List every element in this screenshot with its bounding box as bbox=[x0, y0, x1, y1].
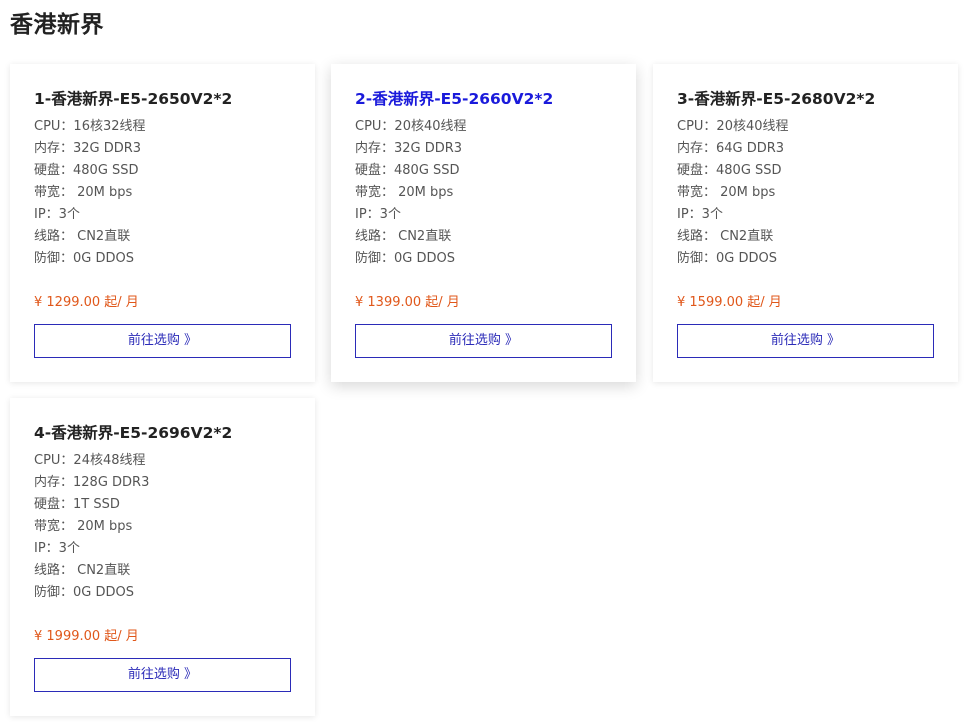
product-card: 4-香港新界-E5-2696V2*2 CPU：24核48线程 内存：128G D… bbox=[10, 398, 315, 716]
spec-line: 线路： CN2直联 bbox=[677, 229, 774, 244]
spec-bandwidth: 带宽： 20M bps bbox=[34, 185, 133, 200]
page-title: 香港新界 bbox=[10, 12, 104, 38]
price-label: ¥ 1399.00 起/ 月 bbox=[355, 295, 460, 310]
spec-disk: 硬盘：480G SSD bbox=[677, 163, 782, 178]
spec-ddos: 防御：0G DDOS bbox=[677, 251, 777, 266]
spec-cpu: CPU：16核32线程 bbox=[34, 119, 146, 134]
spec-memory: 内存：128G DDR3 bbox=[34, 475, 150, 490]
spec-line: 线路： CN2直联 bbox=[34, 563, 131, 578]
product-card: 1-香港新界-E5-2650V2*2 CPU：16核32线程 内存：32G DD… bbox=[10, 64, 315, 382]
buy-button[interactable]: 前往选购 》 bbox=[677, 324, 934, 358]
spec-ddos: 防御：0G DDOS bbox=[355, 251, 455, 266]
product-card: 2-香港新界-E5-2660V2*2 CPU：20核40线程 内存：32G DD… bbox=[331, 64, 636, 382]
spec-disk: 硬盘：480G SSD bbox=[34, 163, 139, 178]
spec-line: 线路： CN2直联 bbox=[34, 229, 131, 244]
spec-line: 线路： CN2直联 bbox=[355, 229, 452, 244]
spec-cpu: CPU：20核40线程 bbox=[355, 119, 467, 134]
spec-ddos: 防御：0G DDOS bbox=[34, 251, 134, 266]
spec-cpu: CPU：24核48线程 bbox=[34, 453, 146, 468]
spec-ip: IP：3个 bbox=[677, 207, 723, 222]
price-label: ¥ 1299.00 起/ 月 bbox=[34, 295, 139, 310]
buy-button[interactable]: 前往选购 》 bbox=[355, 324, 612, 358]
spec-bandwidth: 带宽： 20M bps bbox=[34, 519, 133, 534]
product-card: 3-香港新界-E5-2680V2*2 CPU：20核40线程 内存：64G DD… bbox=[653, 64, 958, 382]
spec-ip: IP：3个 bbox=[355, 207, 401, 222]
price-label: ¥ 1599.00 起/ 月 bbox=[677, 295, 782, 310]
spec-ip: IP：3个 bbox=[34, 541, 80, 556]
spec-ddos: 防御：0G DDOS bbox=[34, 585, 134, 600]
card-title[interactable]: 4-香港新界-E5-2696V2*2 bbox=[34, 422, 291, 444]
spec-memory: 内存：64G DDR3 bbox=[677, 141, 785, 156]
spec-ip: IP：3个 bbox=[34, 207, 80, 222]
spec-bandwidth: 带宽： 20M bps bbox=[677, 185, 776, 200]
price-label: ¥ 1999.00 起/ 月 bbox=[34, 629, 139, 644]
buy-button[interactable]: 前往选购 》 bbox=[34, 658, 291, 692]
spec-bandwidth: 带宽： 20M bps bbox=[355, 185, 454, 200]
card-title[interactable]: 1-香港新界-E5-2650V2*2 bbox=[34, 88, 291, 110]
spec-cpu: CPU：20核40线程 bbox=[677, 119, 789, 134]
spec-memory: 内存：32G DDR3 bbox=[34, 141, 142, 156]
spec-disk: 硬盘：480G SSD bbox=[355, 163, 460, 178]
card-title[interactable]: 2-香港新界-E5-2660V2*2 bbox=[355, 88, 612, 110]
buy-button[interactable]: 前往选购 》 bbox=[34, 324, 291, 358]
spec-disk: 硬盘：1T SSD bbox=[34, 497, 120, 512]
card-title[interactable]: 3-香港新界-E5-2680V2*2 bbox=[677, 88, 934, 110]
spec-memory: 内存：32G DDR3 bbox=[355, 141, 463, 156]
